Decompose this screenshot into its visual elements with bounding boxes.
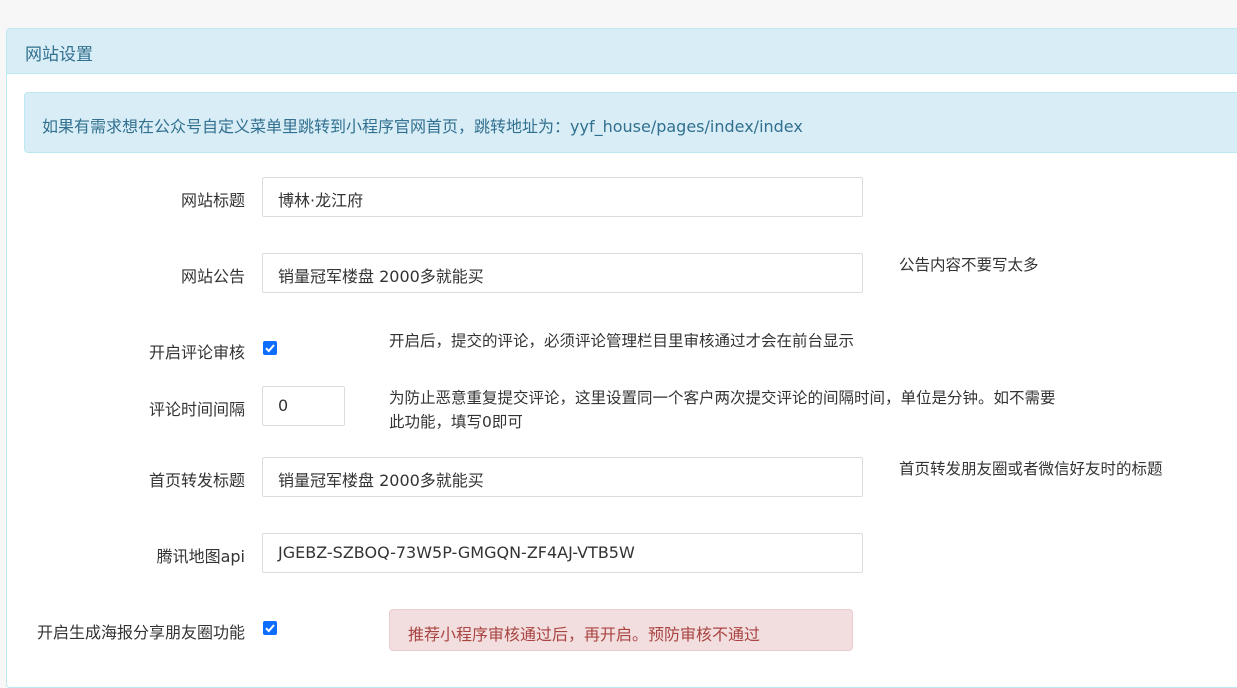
comment-interval-label: 评论时间间隔	[148, 400, 245, 419]
comment-interval-input[interactable]: 0	[262, 386, 345, 426]
share-title-label: 首页转发标题	[148, 471, 245, 490]
comment-review-checkbox[interactable]	[263, 341, 277, 355]
poster-share-warning: 推荐小程序审核通过后，再开启。预防审核不通过	[389, 609, 853, 651]
panel-title: 网站设置	[7, 29, 1237, 74]
comment-review-label: 开启评论审核	[148, 343, 245, 362]
poster-share-checkbox[interactable]	[263, 621, 277, 635]
share-title-help: 首页转发朋友圈或者微信好友时的标题	[899, 460, 1163, 478]
comment-review-help: 开启后，提交的评论，必须评论管理栏目里审核通过才会在前台显示	[389, 332, 855, 350]
site-title-input[interactable]: 博林·龙江府	[262, 177, 863, 217]
map-api-label: 腾讯地图api	[156, 547, 245, 566]
comment-interval-help-line1: 为防止恶意重复提交评论，这里设置同一个客户两次提交评论的间隔时间，单位是分钟。如…	[389, 389, 1056, 407]
check-icon	[265, 624, 275, 633]
site-announcement-label: 网站公告	[180, 267, 245, 286]
site-title-label: 网站标题	[180, 191, 245, 210]
poster-share-label: 开启生成海报分享朋友圈功能	[36, 623, 245, 642]
check-icon	[265, 344, 275, 353]
info-notice: 如果有需求想在公众号自定义菜单里跳转到小程序官网首页，跳转地址为：yyf_hou…	[24, 92, 1237, 153]
share-title-input[interactable]: 销量冠军楼盘 2000多就能买	[262, 457, 863, 497]
map-api-input[interactable]: JGEBZ-SZBOQ-73W5P-GMGQN-ZF4AJ-VTB5W	[262, 533, 863, 573]
site-announcement-help: 公告内容不要写太多	[899, 256, 1039, 274]
site-announcement-input[interactable]: 销量冠军楼盘 2000多就能买	[262, 253, 863, 293]
comment-interval-help-line2: 此功能，填写0即可	[389, 413, 523, 431]
